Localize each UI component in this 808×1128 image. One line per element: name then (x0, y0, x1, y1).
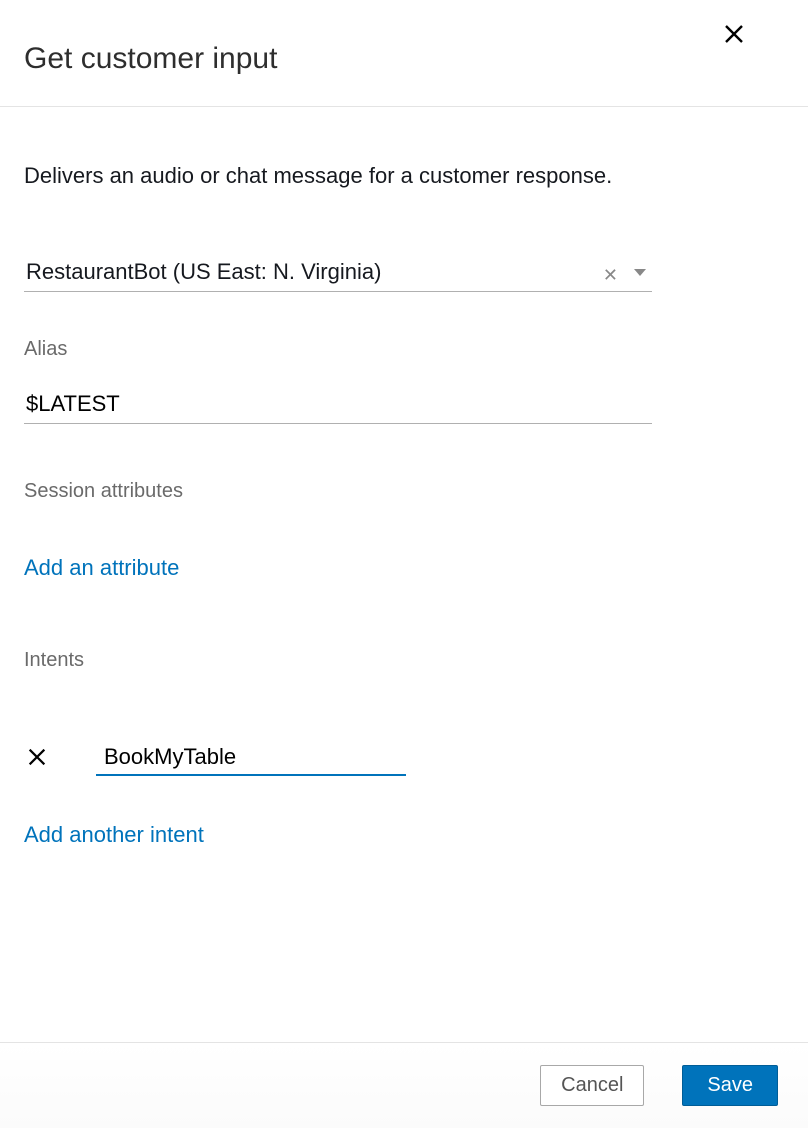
panel-description: Delivers an audio or chat message for a … (24, 163, 784, 189)
alias-label: Alias (24, 338, 784, 361)
caret-down-icon[interactable] (634, 269, 646, 276)
panel-footer: Cancel Save (0, 1042, 808, 1128)
intents-label: Intents (24, 649, 784, 672)
close-icon[interactable] (722, 22, 746, 51)
add-intent-link[interactable]: Add another intent (24, 822, 784, 848)
panel-title: Get customer input (24, 42, 784, 76)
session-attributes-label: Session attributes (24, 480, 784, 503)
intent-row (24, 742, 784, 776)
clear-icon[interactable]: ✕ (603, 265, 618, 286)
add-attribute-link[interactable]: Add an attribute (24, 555, 784, 581)
save-button[interactable]: Save (682, 1065, 778, 1106)
remove-intent-icon[interactable] (24, 746, 48, 773)
cancel-button[interactable]: Cancel (540, 1065, 644, 1106)
panel-body: Delivers an audio or chat message for a … (0, 107, 808, 848)
panel-header: Get customer input (0, 0, 808, 107)
bot-select-value: RestaurantBot (US East: N. Virginia) (26, 259, 381, 284)
intent-input[interactable] (96, 742, 406, 776)
get-customer-input-panel: Get customer input Delivers an audio or … (0, 0, 808, 1128)
alias-input[interactable] (24, 387, 652, 424)
bot-select[interactable]: RestaurantBot (US East: N. Virginia) ✕ (24, 259, 652, 292)
